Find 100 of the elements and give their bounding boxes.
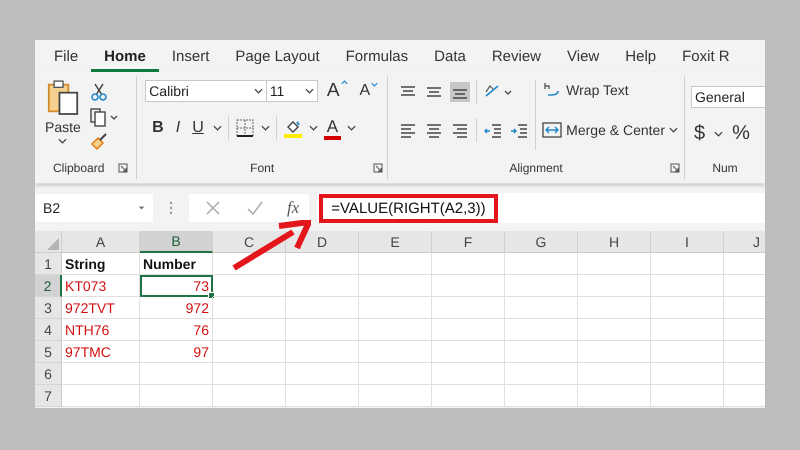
- table-cell[interactable]: 73: [140, 275, 213, 297]
- copy-icon[interactable]: [88, 107, 119, 127]
- table-cell[interactable]: [432, 275, 505, 297]
- table-cell[interactable]: [286, 297, 359, 319]
- ribbon-tab[interactable]: Data: [421, 40, 479, 72]
- ribbon-tab[interactable]: File: [41, 40, 92, 72]
- borders-icon[interactable]: [234, 118, 255, 138]
- table-cell[interactable]: [286, 253, 359, 275]
- table-cell[interactable]: [505, 363, 578, 385]
- dropdown-caret-icon[interactable]: [260, 125, 270, 131]
- table-cell[interactable]: [62, 363, 140, 385]
- table-cell[interactable]: [213, 363, 286, 385]
- formula-text[interactable]: =VALUE(RIGHT(A2,3)): [319, 194, 498, 222]
- table-cell[interactable]: [62, 385, 140, 407]
- table-cell[interactable]: [505, 297, 578, 319]
- table-cell[interactable]: [213, 319, 286, 341]
- table-cell[interactable]: [359, 275, 432, 297]
- table-cell[interactable]: [578, 319, 651, 341]
- ribbon-tab[interactable]: Foxit R: [669, 40, 743, 72]
- caret-icon[interactable]: [138, 205, 145, 211]
- table-cell[interactable]: [286, 319, 359, 341]
- table-cell[interactable]: [213, 275, 286, 297]
- ribbon-tab[interactable]: Page Layout: [222, 40, 333, 72]
- underline-button[interactable]: U: [189, 119, 207, 137]
- table-cell[interactable]: [651, 363, 724, 385]
- dropdown-caret-icon[interactable]: [308, 125, 318, 131]
- table-cell[interactable]: 76: [140, 319, 213, 341]
- table-cell[interactable]: [505, 341, 578, 363]
- row-header[interactable]: 4: [35, 319, 62, 341]
- column-header[interactable]: B: [140, 231, 213, 253]
- ribbon-tab[interactable]: Formulas: [332, 40, 422, 72]
- table-cell[interactable]: KT073: [62, 275, 140, 297]
- row-header[interactable]: 6: [35, 363, 62, 385]
- table-cell[interactable]: [359, 297, 432, 319]
- table-cell[interactable]: [359, 363, 432, 385]
- table-cell[interactable]: [286, 363, 359, 385]
- more-icon[interactable]: [169, 200, 173, 216]
- scissors-icon[interactable]: [88, 82, 109, 102]
- table-cell[interactable]: [578, 341, 651, 363]
- table-cell[interactable]: [140, 385, 213, 407]
- table-cell[interactable]: [578, 297, 651, 319]
- table-cell[interactable]: [359, 385, 432, 407]
- dialog-launcher-icon[interactable]: [118, 163, 128, 173]
- column-header[interactable]: H: [578, 231, 651, 253]
- table-cell[interactable]: NTH76: [62, 319, 140, 341]
- bold-button[interactable]: B: [149, 119, 167, 137]
- table-cell[interactable]: [578, 363, 651, 385]
- table-cell[interactable]: 97TMC: [62, 341, 140, 363]
- table-cell[interactable]: [505, 253, 578, 275]
- table-cell[interactable]: [651, 341, 724, 363]
- ribbon-tab[interactable]: Review: [478, 40, 554, 72]
- insert-function-button[interactable]: fx: [287, 198, 300, 218]
- font-color-button[interactable]: A: [324, 116, 342, 140]
- column-header[interactable]: D: [286, 231, 359, 253]
- table-cell[interactable]: [651, 275, 724, 297]
- table-cell[interactable]: [432, 253, 505, 275]
- percent-button[interactable]: %: [729, 122, 753, 145]
- number-format-dropdown[interactable]: General: [691, 86, 765, 108]
- italic-button[interactable]: I: [172, 119, 184, 137]
- table-cell[interactable]: [578, 385, 651, 407]
- column-header[interactable]: F: [432, 231, 505, 253]
- table-cell[interactable]: [213, 385, 286, 407]
- table-cell[interactable]: [213, 297, 286, 319]
- table-cell[interactable]: [578, 253, 651, 275]
- dialog-launcher-icon[interactable]: [670, 163, 680, 173]
- currency-button[interactable]: $: [691, 122, 708, 145]
- ribbon-tab[interactable]: Help: [612, 40, 670, 72]
- table-cell[interactable]: [286, 275, 359, 297]
- ribbon-tab[interactable]: Insert: [158, 40, 222, 72]
- dropdown-caret-icon[interactable]: [347, 125, 356, 131]
- table-cell[interactable]: [578, 275, 651, 297]
- table-cell[interactable]: [140, 363, 213, 385]
- merge-center-button[interactable]: Merge & Center: [542, 120, 678, 140]
- row-header[interactable]: 1: [35, 253, 62, 275]
- table-cell[interactable]: [432, 363, 505, 385]
- table-cell[interactable]: [505, 385, 578, 407]
- wrap-text-button[interactable]: Wrap Text: [542, 80, 678, 100]
- dialog-launcher-icon[interactable]: [373, 163, 384, 173]
- table-cell[interactable]: [359, 253, 432, 275]
- dropdown-caret-icon[interactable]: [212, 125, 222, 131]
- column-header[interactable]: G: [505, 231, 578, 253]
- table-cell[interactable]: [651, 297, 724, 319]
- font-name-dropdown[interactable]: Calibri: [145, 80, 267, 102]
- table-cell[interactable]: [505, 275, 578, 297]
- name-box[interactable]: B2: [35, 194, 153, 222]
- corner-triangle-icon[interactable]: [47, 238, 59, 250]
- row-header[interactable]: 2: [35, 275, 62, 297]
- table-cell[interactable]: [359, 319, 432, 341]
- table-cell[interactable]: [432, 341, 505, 363]
- table-cell[interactable]: [651, 385, 724, 407]
- ribbon-tab[interactable]: View: [554, 40, 612, 72]
- table-cell[interactable]: [213, 253, 286, 275]
- decrease-font-button[interactable]: A: [356, 82, 382, 100]
- column-header[interactable]: J: [724, 231, 765, 253]
- table-cell[interactable]: [651, 253, 724, 275]
- table-cell[interactable]: String: [62, 253, 140, 275]
- paste-button[interactable]: Paste: [45, 80, 81, 157]
- table-cell[interactable]: [286, 341, 359, 363]
- table-cell[interactable]: 97: [140, 341, 213, 363]
- align-bottom-icon[interactable]: [450, 82, 470, 102]
